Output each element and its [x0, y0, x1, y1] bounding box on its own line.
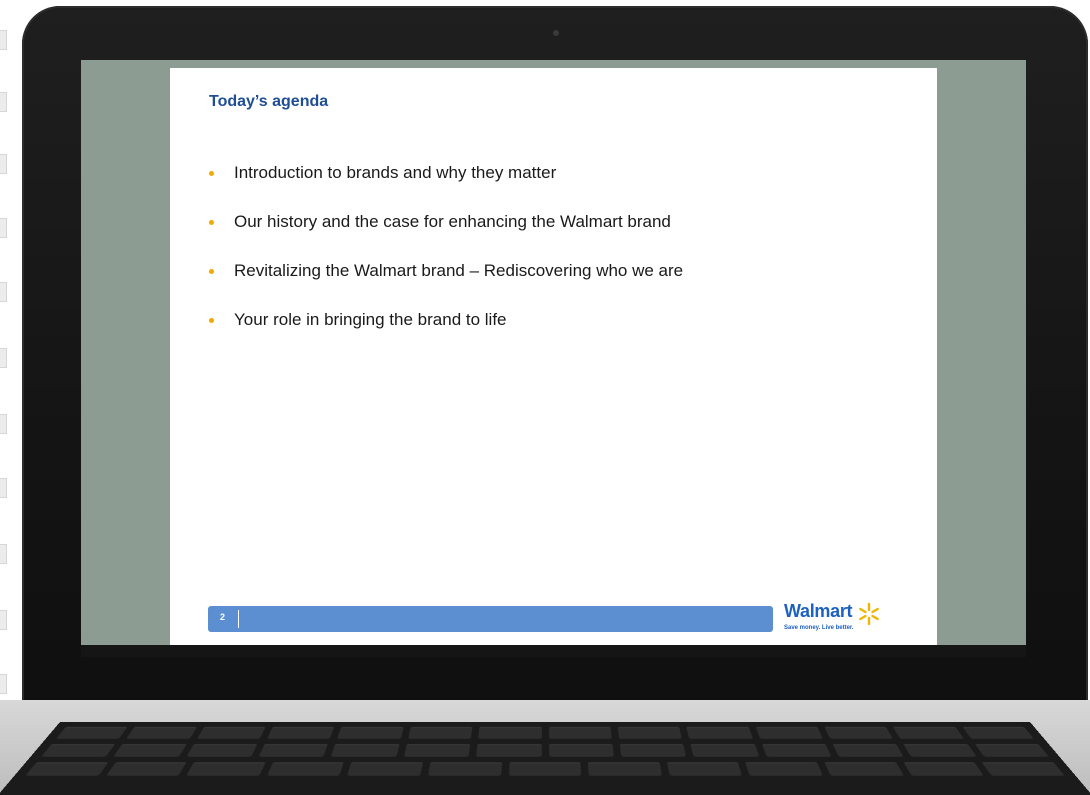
- key: [126, 726, 197, 739]
- key: [25, 762, 108, 776]
- key: [893, 726, 964, 739]
- brand-tagline: Save money. Live better.: [784, 625, 854, 631]
- brand-name: Walmart: [784, 601, 853, 621]
- key: [903, 762, 985, 776]
- edge-square: [0, 544, 7, 564]
- key: [186, 744, 258, 757]
- key: [755, 726, 823, 739]
- key: [588, 762, 662, 776]
- key: [105, 762, 187, 776]
- laptop-screen: Today’s agenda Introduction to brands an…: [81, 60, 1026, 657]
- agenda-item-text: Your role in bringing the brand to life: [234, 310, 507, 329]
- key: [427, 762, 502, 776]
- key: [337, 726, 404, 739]
- key: [258, 744, 329, 757]
- keyboard: [0, 722, 1090, 795]
- key: [266, 762, 345, 776]
- key: [347, 762, 423, 776]
- left-edge-strip: [0, 0, 10, 795]
- edge-square: [0, 348, 7, 368]
- key: [548, 744, 614, 757]
- edge-square: [0, 478, 7, 498]
- laptop-keyboard-base: [0, 700, 1090, 795]
- key: [476, 744, 542, 757]
- edge-square: [0, 154, 7, 174]
- agenda-item: Introduction to brands and why they matt…: [206, 162, 683, 211]
- agenda-item: Your role in bringing the brand to life: [206, 309, 683, 358]
- walmart-logo: Walmart Save money. Live better.: [784, 601, 894, 637]
- edge-square: [0, 674, 7, 694]
- agenda-item-text: Our history and the case for enhancing t…: [234, 212, 671, 231]
- key: [267, 726, 335, 739]
- bullet-icon: [209, 269, 214, 274]
- edge-square: [0, 282, 7, 302]
- edge-square: [0, 218, 7, 238]
- key: [41, 744, 116, 757]
- key: [619, 744, 687, 757]
- key: [690, 744, 759, 757]
- key: [617, 726, 683, 739]
- key: [478, 726, 542, 739]
- key: [508, 762, 582, 776]
- agenda-item-text: Introduction to brands and why they matt…: [234, 163, 557, 182]
- key: [403, 744, 471, 757]
- edge-square: [0, 610, 7, 630]
- key: [666, 762, 743, 776]
- spark-icon: [859, 602, 879, 626]
- agenda-item-text: Revitalizing the Walmart brand – Redisco…: [234, 261, 684, 280]
- keyboard-row: [41, 744, 1049, 757]
- key: [903, 744, 977, 757]
- key: [548, 726, 612, 739]
- key: [982, 762, 1065, 776]
- key: [824, 726, 894, 739]
- presentation-slide: Today’s agenda Introduction to brands an…: [170, 68, 937, 646]
- bullet-icon: [209, 220, 214, 225]
- screen-bottom-edge: [81, 645, 1026, 657]
- key: [745, 762, 824, 776]
- key: [761, 744, 832, 757]
- key: [186, 762, 266, 776]
- key: [196, 726, 266, 739]
- key: [113, 744, 187, 757]
- footer-divider: [238, 610, 239, 628]
- slide-title: Today’s agenda: [209, 93, 329, 110]
- agenda-item: Revitalizing the Walmart brand – Redisco…: [206, 260, 683, 309]
- slide-footer-bar: 2: [208, 606, 773, 632]
- key: [962, 726, 1035, 739]
- key: [407, 726, 473, 739]
- agenda-list: Introduction to brands and why they matt…: [206, 162, 683, 358]
- edge-square: [0, 30, 7, 50]
- key: [974, 744, 1049, 757]
- keyboard-row: [25, 762, 1065, 776]
- key: [331, 744, 400, 757]
- key: [832, 744, 904, 757]
- page-number: 2: [220, 612, 226, 622]
- edge-square: [0, 414, 7, 434]
- key: [55, 726, 128, 739]
- laptop-lid: Today’s agenda Introduction to brands an…: [22, 6, 1088, 731]
- bullet-icon: [209, 318, 214, 323]
- edge-square: [0, 92, 7, 112]
- agenda-item: Our history and the case for enhancing t…: [206, 211, 683, 260]
- keyboard-row: [55, 726, 1035, 739]
- bullet-icon: [209, 171, 214, 176]
- key: [824, 762, 904, 776]
- camera-icon: [553, 30, 559, 36]
- key: [686, 726, 753, 739]
